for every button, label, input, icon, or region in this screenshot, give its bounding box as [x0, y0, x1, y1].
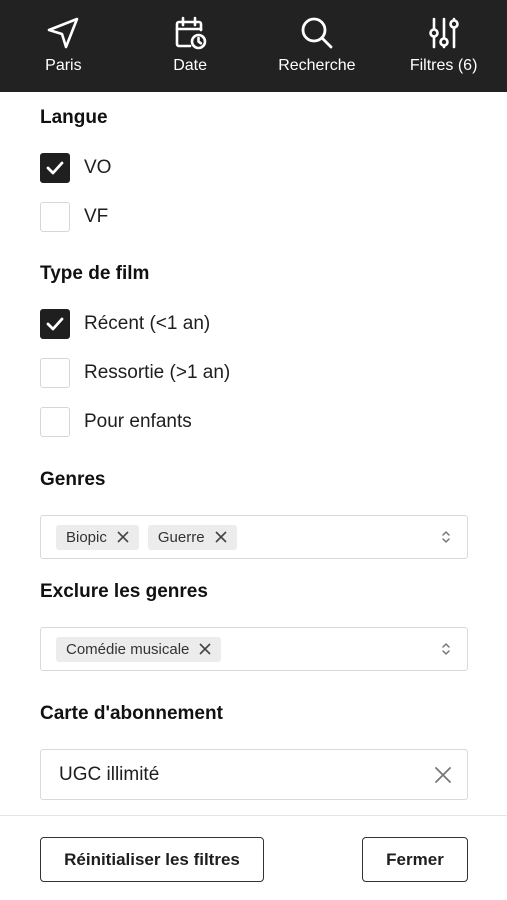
tag-label: Guerre — [157, 528, 205, 546]
remove-tag-icon[interactable] — [114, 528, 132, 546]
checkbox-ressortie[interactable]: Ressortie (>1 an) — [40, 358, 230, 388]
exclude-genres-select[interactable]: Comédie musicale — [40, 627, 468, 671]
genres-select[interactable]: Biopic Guerre — [40, 515, 468, 559]
footer-bar: Réinitialiser les filtres Fermer — [0, 815, 507, 900]
checkmark-icon — [46, 161, 64, 175]
nav-item-label: Recherche — [278, 57, 356, 74]
remove-tag-icon[interactable] — [196, 640, 214, 658]
remove-tag-icon[interactable] — [212, 528, 230, 546]
top-navigation-bar: Paris Date Recherche Filtres (6) — [0, 0, 507, 92]
checkbox-box-checked[interactable] — [40, 309, 70, 339]
close-button[interactable]: Fermer — [362, 837, 468, 882]
nav-item-location[interactable]: Paris — [0, 0, 127, 92]
tag-label: Comédie musicale — [66, 640, 190, 658]
checkbox-box[interactable] — [40, 202, 70, 232]
checkmark-icon — [46, 317, 64, 331]
reset-filters-button[interactable]: Réinitialiser les filtres — [40, 837, 264, 882]
checkbox-recent[interactable]: Récent (<1 an) — [40, 309, 210, 339]
nav-item-search[interactable]: Recherche — [254, 0, 381, 92]
nav-item-date[interactable]: Date — [127, 0, 254, 92]
location-arrow-icon — [45, 15, 81, 51]
checkbox-box[interactable] — [40, 358, 70, 388]
search-icon — [299, 15, 335, 51]
checkbox-vf[interactable]: VF — [40, 202, 108, 232]
section-title-langue: Langue — [40, 107, 108, 128]
nav-item-label: Filtres (6) — [409, 57, 478, 74]
checkbox-box[interactable] — [40, 407, 70, 437]
nav-item-filters[interactable]: Filtres (6) — [380, 0, 507, 92]
checkbox-label: VF — [84, 206, 109, 227]
clear-icon[interactable] — [433, 765, 453, 785]
section-title-exclure-genres: Exclure les genres — [40, 581, 208, 602]
excluded-genre-tag: Comédie musicale — [56, 636, 222, 662]
chevron-up-down-icon[interactable] — [439, 528, 453, 546]
sliders-icon — [426, 15, 462, 51]
genre-tag: Biopic — [56, 524, 139, 550]
subscription-card-value: UGC illimité — [59, 763, 160, 785]
tag-label: Biopic — [66, 528, 107, 546]
checkbox-label: Récent (<1 an) — [84, 313, 211, 334]
nav-item-label: Date — [173, 57, 208, 74]
checkbox-label: VO — [84, 157, 112, 178]
genre-tag: Guerre — [147, 524, 237, 550]
section-title-genres: Genres — [40, 469, 106, 490]
calendar-clock-icon — [172, 15, 208, 51]
checkbox-box-checked[interactable] — [40, 153, 70, 183]
chevron-up-down-icon[interactable] — [439, 640, 453, 658]
section-title-type-film: Type de film — [40, 263, 150, 284]
filters-panel[interactable]: Langue VO VF Type de film Récent (<1 an)… — [40, 92, 468, 814]
section-title-carte-abonnement: Carte d'abonnement — [40, 703, 223, 724]
checkbox-label: Pour enfants — [84, 411, 192, 432]
nav-item-label: Paris — [45, 57, 82, 74]
checkbox-label: Ressortie (>1 an) — [84, 362, 231, 383]
subscription-card-select[interactable]: UGC illimité — [40, 749, 468, 800]
checkbox-pour-enfants[interactable]: Pour enfants — [40, 407, 192, 437]
checkbox-vo[interactable]: VO — [40, 153, 111, 183]
